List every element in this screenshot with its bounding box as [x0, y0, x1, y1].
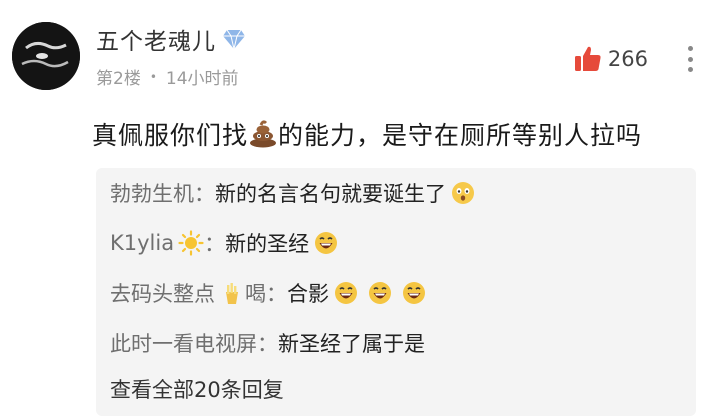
reply-author[interactable]: 去码头整点 喝 — [110, 278, 266, 308]
verified-diamond-icon — [223, 29, 245, 50]
author-name[interactable]: 五个老魂儿 — [96, 22, 216, 56]
reply-text: 新的圣经 — [225, 232, 310, 256]
grinning-emoji — [315, 232, 338, 254]
reply-separator: ： — [257, 332, 278, 356]
reply-text: 合影 — [287, 282, 329, 306]
like-count: 266 — [607, 47, 648, 71]
comment-text: 真佩服你们找 的能力，是守在厕所等别人拉吗 — [92, 116, 642, 152]
reply-author[interactable]: 此时一看电视屏 — [110, 328, 257, 358]
replies-panel: 勃勃生机：新的名言名句就要诞生了 K1ylia ：新的圣经 去码头整点 喝 ： … — [96, 168, 696, 416]
reply-author-name: 去码头整点 — [110, 282, 215, 306]
reply-separator: ： — [204, 232, 226, 256]
grinning-emoji — [335, 282, 357, 304]
comment-text-before: 真佩服你们找 — [92, 121, 249, 150]
reply-item[interactable]: K1ylia ：新的圣经 — [110, 228, 339, 258]
reply-item[interactable]: 勃勃生机：新的名言名句就要诞生了 — [110, 178, 476, 208]
meta-dot: • — [149, 69, 157, 84]
like-button[interactable]: 266 — [573, 44, 648, 74]
reply-author[interactable]: 勃勃生机 — [110, 178, 194, 208]
reply-separator: ： — [194, 182, 215, 206]
poop-emoji — [250, 120, 277, 148]
reply-separator: ： — [266, 282, 287, 306]
fries-emoji — [226, 283, 238, 304]
post-time: 14小时前 — [165, 69, 239, 89]
reply-author-suffix: 喝 — [245, 282, 266, 306]
reply-author-name: K1ylia — [110, 231, 175, 255]
more-vertical-icon[interactable] — [686, 46, 694, 72]
floor-label: 第2楼 — [96, 69, 141, 89]
grinning-emoji — [403, 282, 425, 304]
sun-emoji — [178, 230, 204, 256]
reply-text: 新圣经了属于是 — [278, 332, 425, 356]
view-all-replies-link[interactable]: 查看全部20条回复 — [110, 374, 284, 404]
author-name-row[interactable]: 五个老魂儿 — [96, 22, 246, 56]
thumbs-up-icon — [574, 46, 601, 71]
reply-item[interactable]: 此时一看电视屏：新圣经了属于是 — [110, 328, 425, 358]
comment-text-after: 的能力，是守在厕所等别人拉吗 — [278, 121, 643, 150]
avatar-dark-icon — [12, 22, 80, 90]
reply-author[interactable]: K1ylia — [110, 230, 204, 256]
reply-text: 新的名言名句就要诞生了 — [215, 182, 446, 206]
surprised-emoji — [452, 182, 474, 204]
reply-item[interactable]: 去码头整点 喝 ：合影 — [110, 278, 427, 308]
post-meta: 第2楼 • 14小时前 — [96, 64, 239, 89]
grinning-emoji — [369, 282, 391, 304]
avatar[interactable] — [12, 22, 80, 90]
